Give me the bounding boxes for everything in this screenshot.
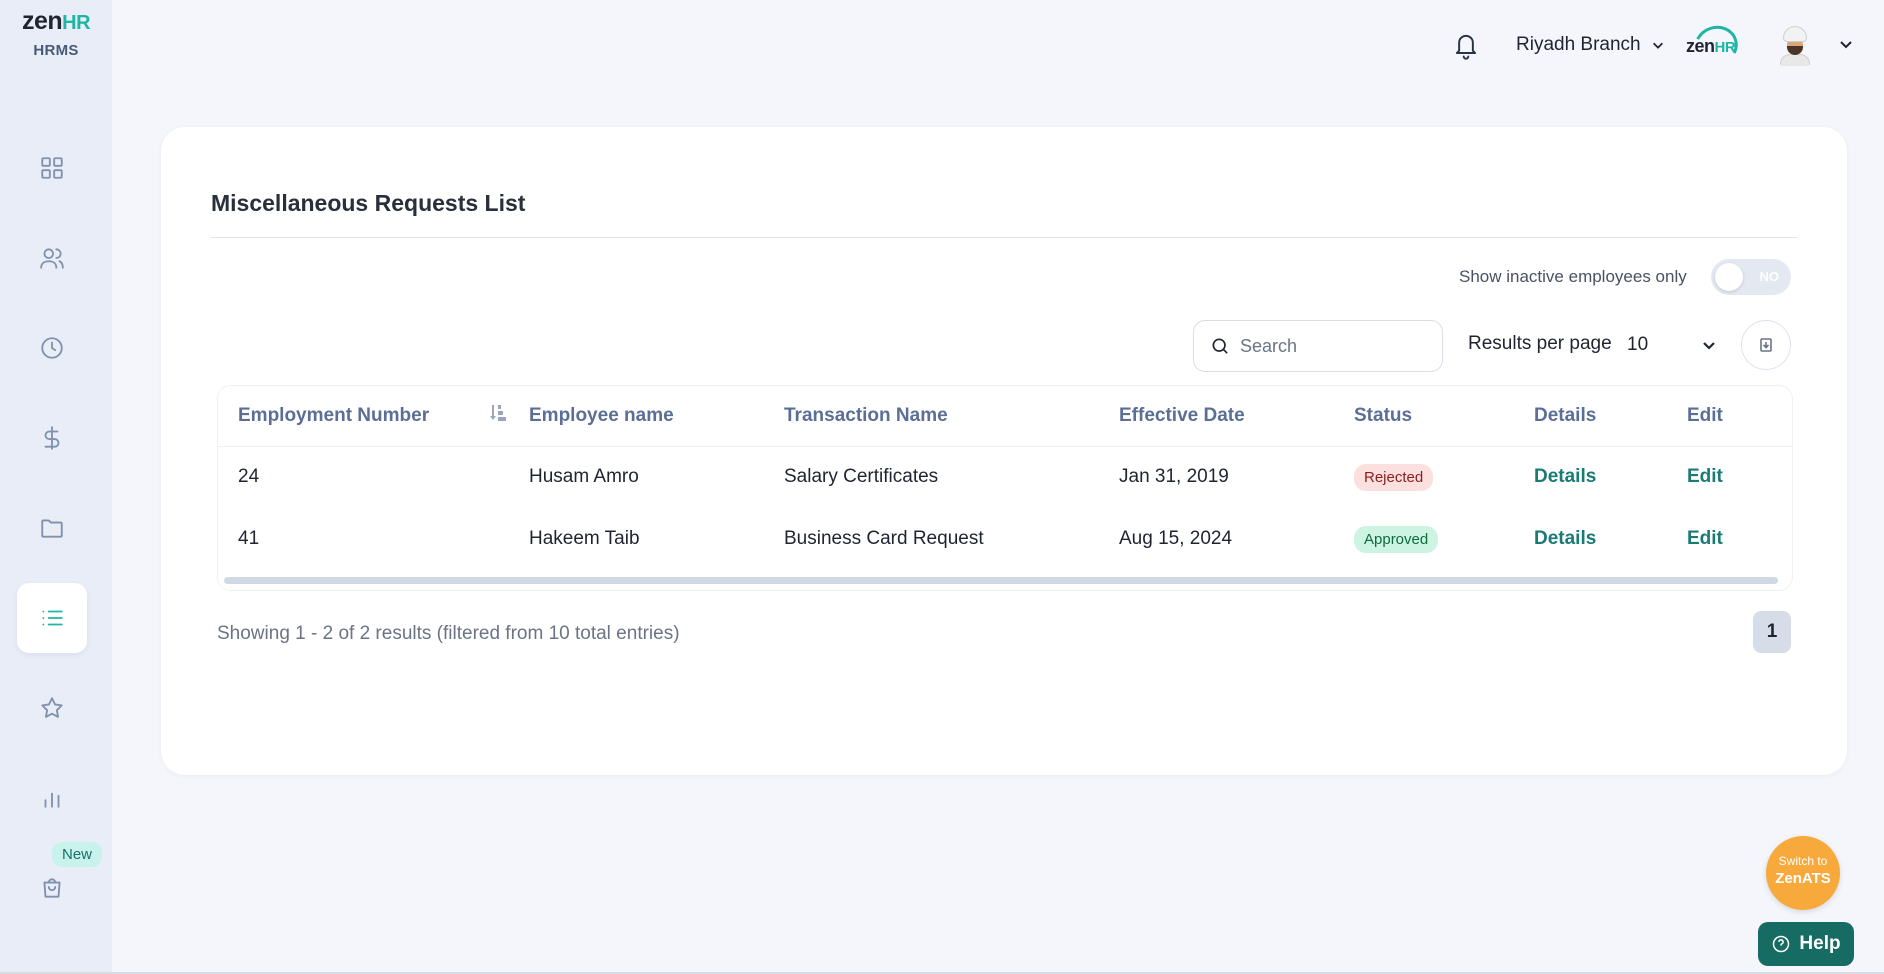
table-row: 41 Hakeem Taib Business Card Request Aug…	[218, 508, 1792, 570]
table-header-row: Employment Number Employee name Transact…	[218, 386, 1792, 447]
pagination-page-1[interactable]: 1	[1753, 611, 1791, 653]
results-per-page-value: 10	[1627, 334, 1649, 355]
edit-link[interactable]: Edit	[1687, 528, 1723, 549]
cell-effective-date: Jan 31, 2019	[1119, 466, 1229, 488]
sidebar-item-marketplace[interactable]	[17, 853, 87, 923]
details-link[interactable]: Details	[1534, 466, 1596, 487]
export-button[interactable]	[1741, 320, 1791, 370]
logo-product: HRMS	[33, 42, 79, 59]
sidebar: zenHR HRMS New	[0, 0, 112, 972]
cell-employment-number: 41	[238, 528, 260, 549]
chevron-down-icon	[1652, 42, 1663, 49]
horizontal-scrollbar[interactable]	[224, 577, 1778, 584]
column-header-transaction-name: Transaction Name	[784, 386, 1119, 447]
switch-line-1: Switch to	[1778, 854, 1828, 868]
results-per-page-label: Results per page	[1468, 333, 1612, 354]
details-link[interactable]: Details	[1534, 528, 1596, 549]
inactive-toggle-label: Show inactive employees only	[1459, 267, 1687, 286]
sidebar-item-requests[interactable]	[17, 583, 87, 653]
column-header-status: Status	[1354, 386, 1534, 447]
switch-line-2: ZenATS	[1775, 870, 1831, 887]
sidebar-item-performance[interactable]	[17, 673, 87, 743]
results-per-page-select[interactable]: 10	[1627, 331, 1717, 359]
cell-employment-number: 24	[238, 466, 260, 488]
help-button[interactable]: Help	[1758, 922, 1854, 966]
column-header-details: Details	[1534, 386, 1687, 447]
clock-icon	[41, 337, 63, 359]
download-icon	[1760, 338, 1772, 352]
edit-link[interactable]: Edit	[1687, 466, 1723, 487]
chevron-down-icon	[1703, 342, 1715, 350]
help-label: Help	[1799, 933, 1841, 954]
brand-logo[interactable]: zenHR HRMS	[8, 8, 104, 59]
branch-name: Riyadh Branch	[1516, 34, 1641, 55]
search-icon	[1212, 338, 1228, 354]
toggle-knob	[1715, 263, 1743, 291]
table-row: 24 Husam Amro Salary Certificates Jan 31…	[218, 446, 1792, 508]
branch-selector[interactable]: Riyadh Branch	[1516, 34, 1665, 56]
sidebar-item-payroll[interactable]	[17, 403, 87, 473]
cell-effective-date: Aug 15, 2024	[1119, 528, 1233, 549]
help-icon	[1773, 935, 1790, 953]
inactive-toggle[interactable]: NO	[1711, 259, 1791, 295]
users-icon	[40, 248, 64, 269]
sidebar-item-dashboard[interactable]	[17, 133, 87, 203]
cell-status: Approved	[1354, 508, 1534, 570]
cell-edit: Edit	[1687, 446, 1792, 508]
cell-employee-name: Hakeem Taib	[529, 528, 640, 549]
sidebar-item-reports[interactable]	[17, 763, 87, 833]
search-input[interactable]	[1240, 335, 1430, 357]
cell-transaction-name: Salary Certificates	[784, 466, 939, 488]
company-logo-text: zenHR	[1686, 36, 1736, 56]
folder-icon	[41, 519, 63, 538]
sidebar-item-documents[interactable]	[17, 493, 87, 563]
grid-icon	[41, 157, 63, 179]
cell-details: Details	[1534, 508, 1687, 570]
sidebar-item-attendance[interactable]	[17, 313, 87, 383]
status-badge: Approved	[1354, 525, 1439, 553]
column-header-effective-date: Effective Date	[1119, 386, 1354, 447]
requests-table: Employment Number Employee name Transact…	[217, 385, 1793, 591]
status-badge: Rejected	[1354, 463, 1434, 491]
cell-details: Details	[1534, 446, 1687, 508]
search-field[interactable]	[1193, 320, 1443, 372]
sort-icon[interactable]	[489, 403, 509, 429]
column-header-employee-name: Employee name	[529, 386, 784, 447]
cell-edit: Edit	[1687, 508, 1792, 570]
requests-card: Miscellaneous Requests List Show inactiv…	[161, 127, 1847, 775]
star-icon	[41, 697, 63, 718]
column-header-employment-number[interactable]: Employment Number	[218, 386, 529, 447]
company-logo: zenHR	[1686, 19, 1746, 73]
shopping-bag-icon	[43, 878, 61, 898]
notifications-bell-icon[interactable]	[1452, 29, 1480, 61]
list-icon	[42, 610, 63, 626]
cell-employee-name: Husam Amro	[529, 466, 639, 488]
page-title: Miscellaneous Requests List	[211, 190, 526, 216]
avatar[interactable]	[1778, 26, 1812, 66]
switch-to-zenats-button[interactable]: Switch to ZenATS	[1766, 836, 1840, 910]
bar-chart-icon	[44, 792, 60, 808]
sidebar-item-employees[interactable]	[17, 223, 87, 293]
logo-wordmark: zenHR	[21, 7, 91, 35]
dollar-icon	[44, 426, 60, 450]
toggle-state: NO	[1759, 269, 1780, 284]
column-header-edit: Edit	[1687, 386, 1792, 447]
cell-transaction-name: Business Card Request	[784, 528, 984, 549]
results-summary: Showing 1 - 2 of 2 results (filtered fro…	[217, 623, 680, 644]
divider	[211, 237, 1797, 238]
cell-status: Rejected	[1354, 446, 1534, 508]
profile-menu-chevron-icon[interactable]	[1838, 36, 1854, 52]
